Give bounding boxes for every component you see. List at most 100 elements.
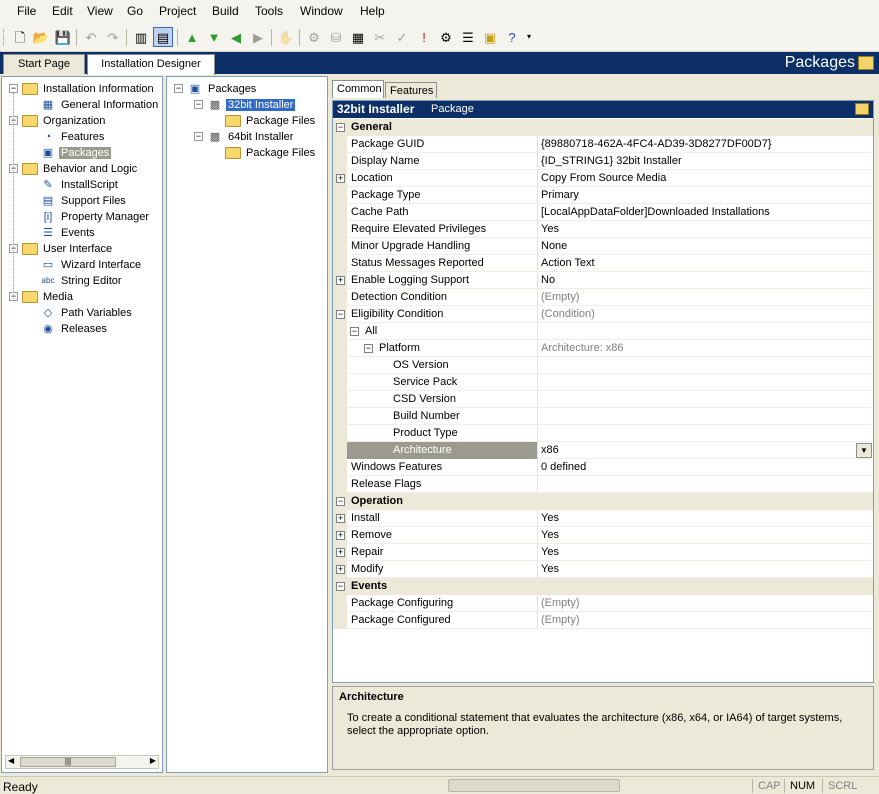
property-row-platform[interactable]: − Platform Architecture: x86 (333, 340, 873, 357)
property-row-minor-upgrade-handling[interactable]: Minor Upgrade Handling None (333, 238, 873, 255)
nav-item-support-files[interactable]: ▤ Support Files (40, 193, 128, 209)
property-row-location[interactable]: + Location Copy From Source Media (333, 170, 873, 187)
property-value-cell[interactable] (537, 408, 873, 425)
property-row-package-type[interactable]: Package Type Primary (333, 187, 873, 204)
back-icon[interactable]: ◀ (226, 27, 246, 47)
settings-icon[interactable]: ⚙ (436, 27, 456, 47)
move-down-icon[interactable]: ▼ (204, 27, 224, 47)
nav-item-string-editor[interactable]: abc String Editor (40, 273, 124, 289)
property-row-all[interactable]: − All (333, 323, 873, 340)
property-value-cell[interactable]: Yes (537, 544, 873, 561)
horizontal-scrollbar[interactable]: ◀ ||| ▶ (5, 755, 159, 769)
property-value-cell[interactable]: Yes (537, 510, 873, 527)
property-row-display-name[interactable]: Display Name {ID_STRING1} 32bit Installer (333, 153, 873, 170)
property-row-require-elevated-privileges[interactable]: Require Elevated Privileges Yes (333, 221, 873, 238)
property-value-cell[interactable]: Yes (537, 527, 873, 544)
property-value-cell[interactable]: No (537, 272, 873, 289)
property-row-status-messages-reported[interactable]: Status Messages Reported Action Text (333, 255, 873, 272)
menu-tools[interactable]: Tools (255, 4, 283, 18)
menu-build[interactable]: Build (212, 4, 239, 18)
nav-item-behavior-and-logic[interactable]: − Behavior and Logic (9, 161, 139, 177)
property-row-eligibility-condition[interactable]: − Eligibility Condition (Condition) (333, 306, 873, 323)
collapse-icon[interactable]: − (194, 132, 203, 141)
tab-common[interactable]: Common (332, 80, 384, 98)
nav-item-events[interactable]: ☰ Events (40, 225, 97, 241)
collapse-icon[interactable]: − (350, 327, 359, 336)
property-value-cell[interactable] (537, 391, 873, 408)
package-icon[interactable]: ▣ (480, 27, 500, 47)
collapse-icon[interactable]: − (336, 582, 345, 591)
property-row-package-configuring[interactable]: Package Configuring (Empty) (333, 595, 873, 612)
toggle-view-pane-2-icon[interactable]: ▤ (153, 27, 173, 47)
expand-icon[interactable]: + (336, 565, 345, 574)
property-value-cell[interactable] (537, 323, 873, 340)
property-row-product-type[interactable]: Product Type (333, 425, 873, 442)
list-icon[interactable]: ☰ (458, 27, 478, 47)
nav-item-features[interactable]: ◔ Features (40, 129, 106, 145)
toolbar-overflow-chevron-icon[interactable]: ▾ (524, 27, 534, 47)
collapse-icon[interactable]: − (194, 100, 203, 109)
packages-tree-item-64bit-installer[interactable]: − ▩ 64bit Installer (194, 129, 295, 145)
property-value-cell[interactable]: {89880718-462A-4FC4-AD39-3D8277DF00D7} (537, 136, 873, 153)
scrollbar-thumb[interactable]: ||| (20, 757, 116, 767)
property-row-modify[interactable]: + Modify Yes (333, 561, 873, 578)
property-row-package-configured[interactable]: Package Configured (Empty) (333, 612, 873, 629)
expand-icon[interactable]: + (336, 531, 345, 540)
property-value-cell[interactable]: {ID_STRING1} 32bit Installer (537, 153, 873, 170)
property-value-cell[interactable]: (Empty) (537, 289, 873, 306)
property-value-cell[interactable]: 0 defined (537, 459, 873, 476)
property-row-cache-path[interactable]: Cache Path [LocalAppDataFolder]Downloaded… (333, 204, 873, 221)
undo-icon[interactable]: ↶ (81, 27, 101, 47)
menu-edit[interactable]: Edit (52, 4, 73, 18)
property-value-cell[interactable]: (Empty) (537, 612, 873, 629)
collapse-icon[interactable]: − (9, 84, 18, 93)
toggle-view-pane-icon[interactable]: ▥ (131, 27, 151, 47)
nav-item-property-manager[interactable]: [i] Property Manager (40, 209, 151, 225)
expand-icon[interactable]: + (336, 174, 345, 183)
help-icon[interactable]: ? (502, 27, 522, 47)
scroll-right-icon[interactable]: ▶ (150, 756, 156, 765)
packages-tree-item-packages[interactable]: − ▣ Packages (174, 81, 258, 97)
nav-item-installation-information[interactable]: − Installation Information (9, 81, 156, 97)
property-row-architecture[interactable]: Architecture x86 ▼ (333, 442, 873, 459)
nav-item-media[interactable]: − Media (9, 289, 75, 305)
property-value-cell[interactable]: Yes (537, 221, 873, 238)
property-row-remove[interactable]: + Remove Yes (333, 527, 873, 544)
nav-item-general-information[interactable]: ▦ General Information (40, 97, 160, 113)
property-row-build-number[interactable]: Build Number (333, 408, 873, 425)
validate-icon[interactable]: ✓ (392, 27, 412, 47)
collapse-icon[interactable]: − (336, 497, 345, 506)
property-value-cell[interactable]: [LocalAppDataFolder]Downloaded Installat… (537, 204, 873, 221)
property-row-windows-features[interactable]: Windows Features 0 defined (333, 459, 873, 476)
forward-icon[interactable]: ▶ (248, 27, 268, 47)
property-value-cell[interactable]: None (537, 238, 873, 255)
property-value-cell[interactable]: (Empty) (537, 595, 873, 612)
property-value-cell[interactable] (537, 374, 873, 391)
property-row-os-version[interactable]: OS Version (333, 357, 873, 374)
property-category-events[interactable]: − Events (333, 578, 873, 595)
menu-go[interactable]: Go (127, 4, 143, 18)
property-row-service-pack[interactable]: Service Pack (333, 374, 873, 391)
menu-project[interactable]: Project (159, 4, 196, 18)
property-value-cell[interactable]: Action Text (537, 255, 873, 272)
packages-tree-item-package-files[interactable]: Package Files (225, 145, 317, 161)
compile-icon[interactable]: ⛁ (326, 27, 346, 47)
move-up-icon[interactable]: ▲ (182, 27, 202, 47)
packages-tree-item-package-files[interactable]: Package Files (225, 113, 317, 129)
dropdown-arrow-icon[interactable]: ▼ (856, 443, 872, 458)
collapse-icon[interactable]: − (336, 310, 345, 319)
save-icon[interactable]: 💾 (53, 27, 73, 47)
property-category-operation[interactable]: − Operation (333, 493, 873, 510)
property-category-general[interactable]: − General (333, 119, 873, 136)
expand-icon[interactable]: + (336, 514, 345, 523)
property-value-cell[interactable]: Architecture: x86 (537, 340, 873, 357)
delete-icon[interactable]: ✂ (370, 27, 390, 47)
nav-item-user-interface[interactable]: − User Interface (9, 241, 114, 257)
calendar-icon[interactable]: ▦ (348, 27, 368, 47)
property-value-cell[interactable]: Primary (537, 187, 873, 204)
property-row-install[interactable]: + Install Yes (333, 510, 873, 527)
tab-start-page[interactable]: Start Page (3, 54, 85, 74)
tab-installation-designer[interactable]: Installation Designer (87, 54, 215, 75)
property-row-release-flags[interactable]: Release Flags (333, 476, 873, 493)
scroll-left-icon[interactable]: ◀ (8, 756, 14, 765)
